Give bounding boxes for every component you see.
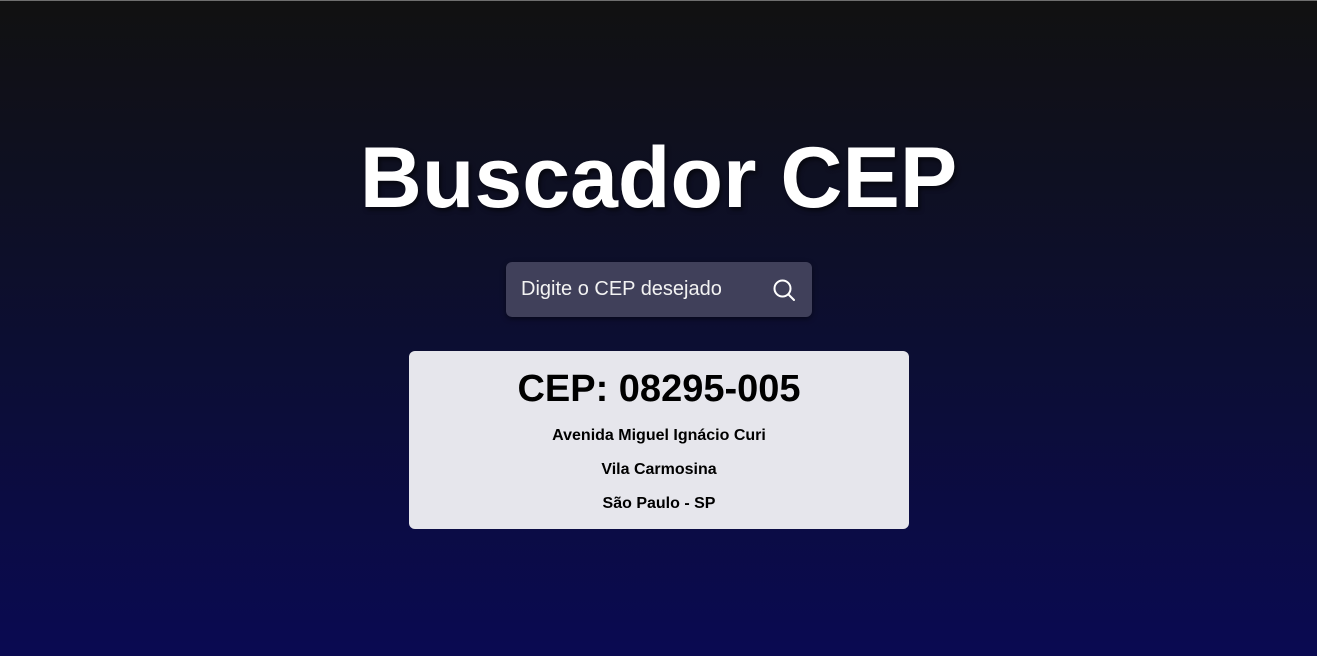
search-button[interactable] [762, 262, 806, 317]
address-city-state: São Paulo - SP [602, 495, 716, 512]
address-street: Avenida Miguel Ignácio Curi [552, 427, 766, 444]
search-box [506, 262, 812, 317]
address-district: Vila Carmosina [601, 461, 717, 478]
page-title: Buscador CEP [359, 130, 958, 226]
cep-result-card: CEP: 08295-005 Avenida Miguel Ignácio Cu… [409, 351, 909, 529]
cep-search-input[interactable] [506, 262, 756, 317]
main-container: Buscador CEP CEP: 08295-005 Avenida Migu… [0, 0, 1317, 656]
search-icon [772, 278, 796, 302]
cep-result-title: CEP: 08295-005 [517, 368, 801, 410]
